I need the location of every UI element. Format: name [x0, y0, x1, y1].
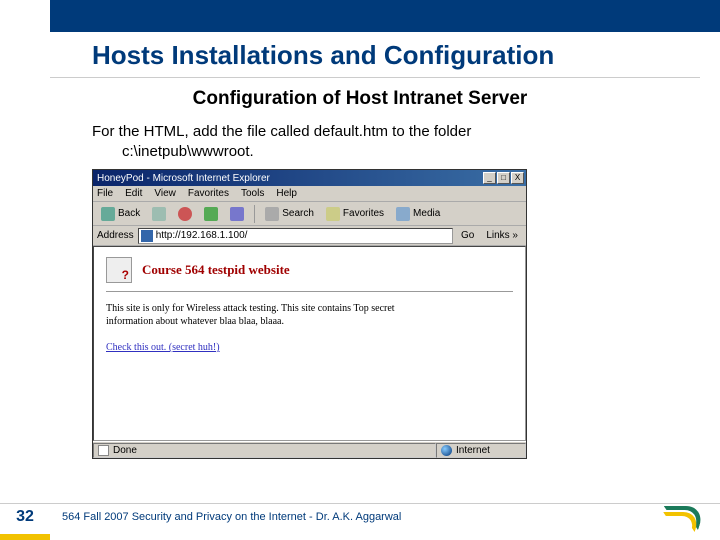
question-page-icon — [106, 257, 132, 283]
status-done-text: Done — [113, 445, 137, 456]
page-divider — [106, 291, 513, 292]
menu-view[interactable]: View — [154, 188, 176, 199]
ie-titlebar[interactable]: HoneyPod - Microsoft Internet Explorer _… — [93, 170, 526, 186]
globe-icon — [441, 445, 452, 456]
refresh-button[interactable] — [200, 206, 222, 222]
search-icon — [265, 207, 279, 221]
stop-button[interactable] — [174, 206, 196, 222]
address-label: Address — [97, 230, 134, 241]
forward-icon — [152, 207, 166, 221]
refresh-icon — [204, 207, 218, 221]
ie-toolbar: Back Search Favorites Media — [93, 202, 526, 226]
page-header: Course 564 testpid website — [106, 257, 513, 283]
body-line-1: For the HTML, add the file called defaul… — [92, 122, 660, 142]
menu-edit[interactable]: Edit — [125, 188, 142, 199]
media-button[interactable]: Media — [392, 206, 444, 222]
media-label: Media — [413, 208, 440, 219]
back-button[interactable]: Back — [97, 206, 144, 222]
slide-footer: 32 564 Fall 2007 Security and Privacy on… — [0, 503, 720, 528]
links-button[interactable]: Links » — [482, 230, 522, 241]
search-label: Search — [282, 208, 314, 219]
header-accent-bar — [50, 0, 720, 32]
favorites-icon — [326, 207, 340, 221]
favorites-button[interactable]: Favorites — [322, 206, 388, 222]
ie-window: HoneyPod - Microsoft Internet Explorer _… — [92, 169, 527, 459]
page-number: 32 — [0, 508, 50, 526]
home-button[interactable] — [226, 206, 248, 222]
slide-subtitle: Configuration of Host Intranet Server — [0, 78, 720, 122]
page-paragraph: This site is only for Wireless attack te… — [106, 302, 426, 328]
status-zone: Internet — [436, 443, 526, 458]
toolbar-separator — [254, 205, 255, 223]
window-title: HoneyPod - Microsoft Internet Explorer — [95, 173, 482, 184]
page-heading: Course 564 testpid website — [142, 262, 290, 278]
ie-address-bar: Address http://192.168.1.100/ Go Links » — [93, 226, 526, 246]
address-url: http://192.168.1.100/ — [156, 230, 248, 241]
body-line-2: c:\inetpub\wwwroot. — [92, 142, 660, 162]
logo-icon — [658, 506, 702, 528]
back-label: Back — [118, 208, 140, 219]
minimize-button[interactable]: _ — [483, 172, 496, 184]
stop-icon — [178, 207, 192, 221]
menu-help[interactable]: Help — [276, 188, 297, 199]
address-input[interactable]: http://192.168.1.100/ — [138, 228, 453, 244]
status-left: Done — [93, 443, 436, 458]
slide-body: For the HTML, add the file called defaul… — [0, 122, 720, 161]
maximize-button[interactable]: □ — [497, 172, 510, 184]
ie-content-area: Course 564 testpid website This site is … — [93, 246, 526, 441]
search-button[interactable]: Search — [261, 206, 318, 222]
back-icon — [101, 207, 115, 221]
page-link[interactable]: Check this out. (secret huh!) — [106, 342, 220, 353]
menu-favorites[interactable]: Favorites — [188, 188, 229, 199]
status-zone-text: Internet — [456, 445, 490, 456]
favorites-label: Favorites — [343, 208, 384, 219]
close-button[interactable]: X — [511, 172, 524, 184]
go-button[interactable]: Go — [457, 230, 478, 241]
slide-title: Hosts Installations and Configuration — [0, 32, 720, 77]
done-icon — [98, 445, 109, 456]
forward-button[interactable] — [148, 206, 170, 222]
footer-text: 564 Fall 2007 Security and Privacy on th… — [50, 511, 401, 523]
page-icon — [141, 230, 153, 242]
ie-menubar: File Edit View Favorites Tools Help — [93, 186, 526, 202]
ie-statusbar: Done Internet — [93, 441, 526, 458]
menu-tools[interactable]: Tools — [241, 188, 264, 199]
menu-file[interactable]: File — [97, 188, 113, 199]
media-icon — [396, 207, 410, 221]
footer-accent — [0, 534, 50, 540]
home-icon — [230, 207, 244, 221]
